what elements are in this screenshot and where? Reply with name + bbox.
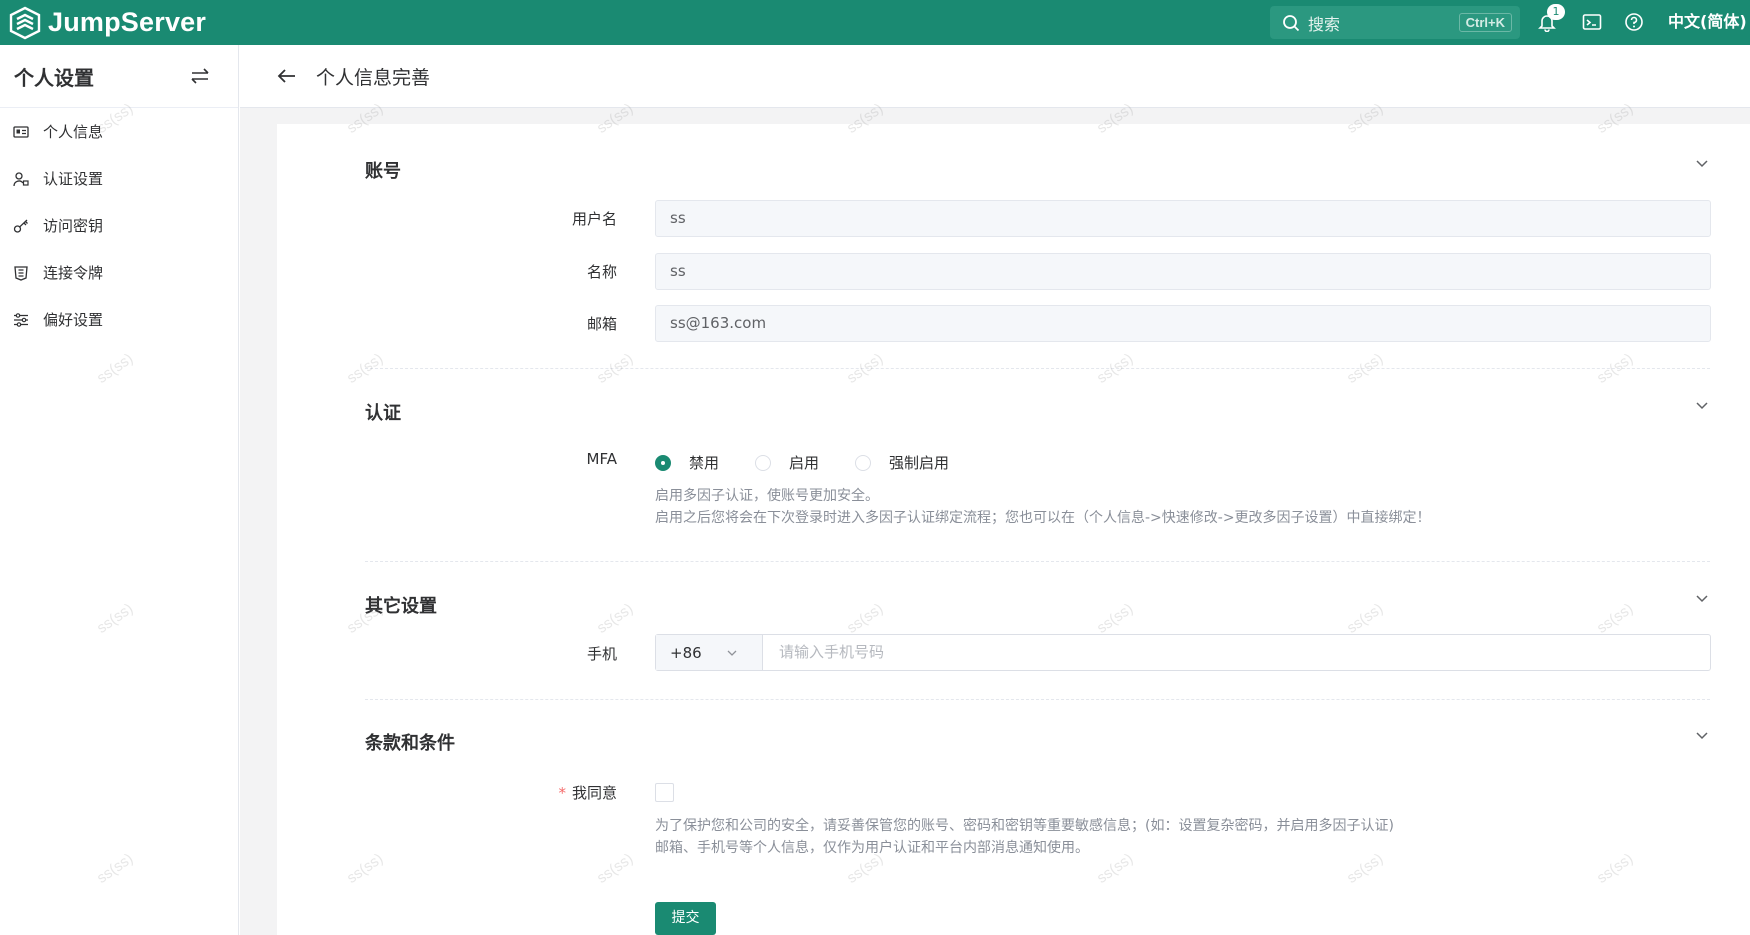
help-button[interactable] xyxy=(1622,10,1646,34)
mfa-option-disabled[interactable]: 禁用 xyxy=(655,452,719,473)
section-title-account: 账号 xyxy=(365,161,401,182)
user-lock-icon xyxy=(13,171,29,186)
section-title-other: 其它设置 xyxy=(365,596,437,617)
radio-label: 强制启用 xyxy=(889,454,950,472)
submit-button[interactable]: 提交 xyxy=(655,902,716,935)
search-icon xyxy=(1283,14,1300,31)
terminal-icon xyxy=(1582,14,1602,30)
form-card xyxy=(277,124,1750,935)
country-code-value: +86 xyxy=(670,643,702,662)
key-icon xyxy=(13,219,28,233)
sidebar-item-connection-token[interactable]: 连接令牌 xyxy=(0,249,238,296)
sidebar-item-label: 个人信息 xyxy=(43,123,104,141)
question-circle-icon xyxy=(1625,13,1643,31)
jumpserver-logo-icon xyxy=(9,6,41,39)
sidebar-item-label: 连接令牌 xyxy=(43,264,104,282)
switch-arrows-icon[interactable] xyxy=(189,65,211,87)
sidebar-item-profile[interactable]: 个人信息 xyxy=(0,108,238,155)
chevron-down-icon[interactable] xyxy=(1695,156,1709,170)
language-switcher[interactable]: 中文(简体) xyxy=(1668,10,1747,34)
chevron-down-icon[interactable] xyxy=(1695,591,1709,605)
terminal-button[interactable] xyxy=(1580,10,1604,34)
app-name: JumpServer xyxy=(48,7,207,37)
notification-badge: 1 xyxy=(1547,4,1565,20)
sidebar-item-access-keys[interactable]: 访问密钥 xyxy=(0,202,238,249)
chevron-down-icon xyxy=(727,650,737,656)
id-card-icon xyxy=(13,125,29,138)
sidebar-item-label: 访问密钥 xyxy=(43,217,104,235)
username-field[interactable]: ss xyxy=(655,200,1711,237)
search-shortcut: Ctrl+K xyxy=(1458,13,1512,32)
section-title-auth: 认证 xyxy=(365,403,401,424)
sidebar-header: 个人设置 xyxy=(0,45,238,108)
phone-label: 手机 xyxy=(586,645,617,663)
mfa-label: MFA xyxy=(586,450,617,468)
sidebar: 个人设置 个人信息 认证设置 访问密钥 连接令牌 偏好设置 xyxy=(0,45,239,935)
username-label: 用户名 xyxy=(571,210,617,228)
page-title: 个人信息完善 xyxy=(316,66,431,89)
phone-number-input[interactable]: 请输入手机号码 xyxy=(763,635,1710,670)
sidebar-title: 个人设置 xyxy=(14,65,94,90)
radio-unchecked xyxy=(855,454,872,471)
section-divider xyxy=(365,699,1710,700)
mfa-option-forced[interactable]: 强制启用 xyxy=(855,452,949,473)
sidebar-item-auth-settings[interactable]: 认证设置 xyxy=(0,155,238,202)
chevron-down-icon[interactable] xyxy=(1695,398,1709,412)
terms-help-line: 为了保护您和公司的安全，请妥善保管您的账号、密码和密钥等重要敏感信息；(如：设置… xyxy=(655,818,1394,834)
name-field[interactable]: ss xyxy=(655,253,1711,290)
top-navbar: JumpServer 搜索 Ctrl+K 1 中文(简体) xyxy=(0,0,1750,45)
search-label: 搜索 xyxy=(1308,14,1341,34)
agree-label: * 我同意 xyxy=(417,782,617,803)
page-header: 个人信息完善 xyxy=(240,45,1750,108)
mfa-radio-group: 禁用 启用 强制启用 xyxy=(655,452,985,473)
chevron-down-icon[interactable] xyxy=(1695,728,1709,742)
radio-unchecked xyxy=(755,454,772,471)
terms-help-text: 为了保护您和公司的安全，请妥善保管您的账号、密码和密钥等重要敏感信息；(如：设置… xyxy=(655,815,1394,859)
global-search[interactable]: 搜索 Ctrl+K xyxy=(1270,6,1520,39)
back-arrow-icon[interactable] xyxy=(276,65,298,87)
radio-label: 禁用 xyxy=(689,454,720,472)
section-divider xyxy=(365,368,1710,369)
token-icon xyxy=(14,265,28,281)
sliders-icon xyxy=(14,312,28,327)
required-mark: * xyxy=(558,784,566,802)
section-divider xyxy=(365,561,1710,562)
country-code-select[interactable]: +86 xyxy=(656,635,763,670)
mfa-help-line: 启用多因子认证，使账号更加安全。 xyxy=(655,488,879,504)
mfa-help-text: 启用多因子认证，使账号更加安全。 启用之后您将会在下次登录时进入多因子认证绑定流… xyxy=(655,485,1431,529)
sidebar-item-preferences[interactable]: 偏好设置 xyxy=(0,296,238,343)
notifications-button[interactable]: 1 xyxy=(1535,4,1565,34)
sidebar-item-label: 偏好设置 xyxy=(43,311,104,329)
app-logo[interactable]: JumpServer xyxy=(8,0,206,45)
name-label: 名称 xyxy=(586,263,617,281)
radio-label: 启用 xyxy=(789,454,820,472)
agree-checkbox[interactable] xyxy=(655,783,674,802)
terms-help-line: 邮箱、手机号等个人信息，仅作为用户认证和平台内部消息通知使用。 xyxy=(655,840,1089,856)
phone-field-group: +86 请输入手机号码 xyxy=(655,634,1711,671)
mfa-option-enabled[interactable]: 启用 xyxy=(755,452,819,473)
sidebar-item-label: 认证设置 xyxy=(43,170,104,188)
section-title-terms: 条款和条件 xyxy=(365,733,455,754)
agree-label-text: 我同意 xyxy=(571,784,617,802)
radio-checked xyxy=(655,454,671,471)
mfa-help-line: 启用之后您将会在下次登录时进入多因子认证绑定流程；您也可以在（个人信息->快速修… xyxy=(655,510,1431,526)
email-field[interactable]: ss@163.com xyxy=(655,305,1711,342)
email-label: 邮箱 xyxy=(586,315,617,333)
